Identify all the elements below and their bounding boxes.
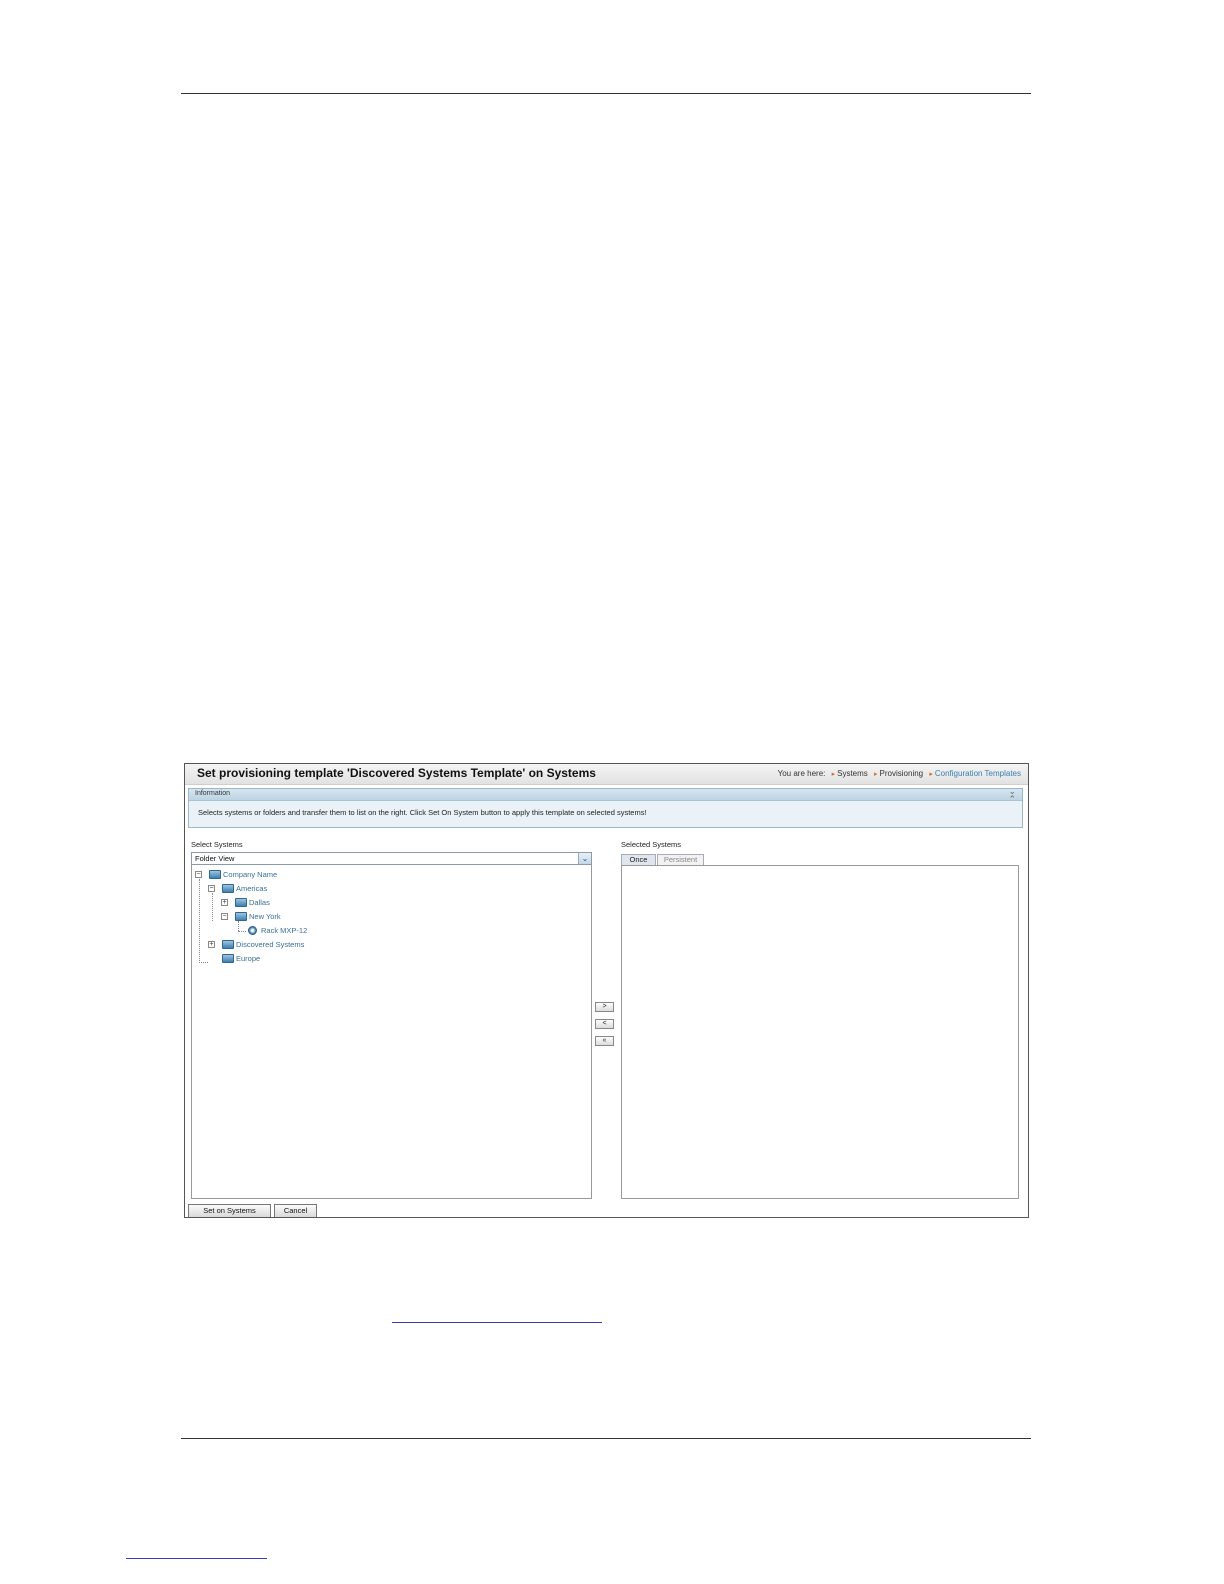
tree-connector: [238, 921, 239, 931]
view-select[interactable]: Folder View ⌄: [191, 852, 592, 865]
device-icon: [248, 926, 257, 935]
hyperlink-underline[interactable]: [392, 1322, 602, 1323]
tree-item-label[interactable]: Americas: [236, 884, 267, 893]
tree-item-label[interactable]: Dallas: [249, 898, 270, 907]
title-bar: Set provisioning template 'Discovered Sy…: [185, 764, 1028, 785]
select-systems-label: Select Systems: [191, 840, 243, 849]
tree-connector: [199, 962, 208, 963]
tab-persistent[interactable]: Persistent: [657, 854, 704, 865]
expand-toggle-icon[interactable]: +: [208, 941, 215, 948]
page-title: Set provisioning template 'Discovered Sy…: [197, 766, 596, 780]
breadcrumb-configuration-templates[interactable]: Configuration Templates: [935, 769, 1021, 778]
information-header: Information ⌄ ⌃: [189, 787, 1022, 804]
add-to-selected-button[interactable]: >: [595, 1002, 614, 1012]
information-text: Selects systems or folders and transfer …: [198, 808, 647, 817]
tree-item-label[interactable]: Europe: [236, 954, 260, 963]
footer-rule: [181, 1438, 1031, 1439]
tree-item-label[interactable]: Discovered Systems: [236, 940, 304, 949]
expand-toggle-icon[interactable]: +: [221, 899, 228, 906]
selected-systems-label: Selected Systems: [621, 840, 682, 849]
cancel-button[interactable]: Cancel: [274, 1204, 317, 1217]
collapse-toggle-icon[interactable]: −: [195, 871, 202, 878]
set-on-systems-button[interactable]: Set on Systems: [188, 1204, 271, 1217]
breadcrumb-prefix: You are here:: [777, 769, 826, 778]
collapse-toggle-icon[interactable]: −: [221, 913, 228, 920]
folder-icon: [235, 912, 247, 921]
folder-icon: [235, 898, 247, 907]
selected-systems-list[interactable]: [621, 865, 1019, 1199]
collapse-icon[interactable]: ⌄ ⌃: [1008, 787, 1016, 804]
folder-icon: [222, 940, 234, 949]
tree-item-label[interactable]: New York: [249, 912, 281, 921]
tree-connector: [212, 893, 213, 921]
system-tree: − Company Name − Americas + Dallas − New…: [191, 865, 592, 1199]
collapse-toggle-icon[interactable]: −: [208, 885, 215, 892]
information-title: Information: [195, 790, 231, 797]
breadcrumb-arrow-icon: ▸: [929, 771, 933, 778]
breadcrumb: You are here: ▸ Systems ▸ Provisioning ▸ Co…: [778, 769, 1021, 778]
folder-icon: [222, 954, 234, 963]
breadcrumb-systems[interactable]: Systems: [837, 769, 868, 778]
information-panel: Information ⌄ ⌃ Selects systems or folder…: [188, 787, 1023, 828]
view-select-value: Folder View: [195, 854, 235, 863]
breadcrumb-provisioning[interactable]: Provisioning: [880, 769, 924, 778]
remove-all-button[interactable]: «: [595, 1036, 614, 1046]
tree-item-label[interactable]: Company Name: [223, 870, 277, 879]
chevron-down-icon[interactable]: ⌄: [578, 853, 591, 864]
tab-once[interactable]: Once: [621, 854, 656, 865]
folder-icon: [209, 870, 221, 879]
tree-connector: [238, 931, 246, 932]
footnote-underline[interactable]: [126, 1558, 267, 1559]
provisioning-window: Set provisioning template 'Discovered Sy…: [184, 763, 1029, 1218]
breadcrumb-arrow-icon: ▸: [874, 771, 878, 778]
breadcrumb-arrow-icon: ▸: [831, 771, 836, 778]
tree-item-label[interactable]: Rack MXP-12: [261, 926, 307, 935]
folder-icon: [222, 884, 234, 893]
remove-from-selected-button[interactable]: <: [595, 1019, 614, 1029]
header-rule: [181, 93, 1031, 94]
tree-connector: [199, 879, 200, 963]
